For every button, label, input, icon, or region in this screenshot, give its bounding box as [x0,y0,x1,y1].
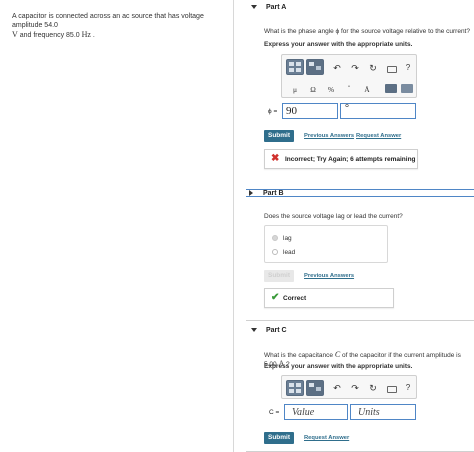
keyboard-icon[interactable] [387,66,397,73]
undo-icon[interactable]: ↶ [331,63,343,74]
part-a-feedback: ✖ Incorrect; Try Again; 6 attempts remai… [264,149,418,169]
delete-key-icon[interactable] [385,84,397,93]
value-placeholder: Value [292,407,315,418]
problem-line-2: V and frequency 85.0 Hz . [12,30,226,40]
units-template-button[interactable] [306,59,324,75]
redo-icon[interactable]: ↷ [349,63,361,74]
keyboard-icon[interactable] [387,386,397,393]
part-a-header[interactable]: Part A [246,1,286,13]
part-a-instruction: Express your answer with the appropriate… [264,41,413,48]
part-c-question-pre: What is the capacitance [264,352,335,359]
math-toolbar-c: ↶ ↷ ↻ ? [281,375,417,399]
part-c-instruction: Express your answer with the appropriate… [264,363,413,370]
expand-triangle-icon [249,190,253,196]
part-a-title: Part A [266,3,287,11]
part-a-previous-answers-link[interactable]: Previous Answers [304,133,354,139]
part-b-previous-answers-link[interactable]: Previous Answers [304,273,354,279]
problem-line-2-end: . [90,32,95,39]
part-b-question: Does the source voltage lag or lead the … [264,213,403,220]
x-icon: ✖ [271,153,280,164]
omega-symbol-button[interactable]: Ω [307,85,319,94]
part-a-question: What is the phase angle ϕ for the source… [264,28,470,35]
reset-icon[interactable]: ↻ [367,63,379,74]
option-lead-label: lead [283,249,296,256]
part-c-title: Part C [266,326,287,334]
collapse-triangle-icon [251,5,257,9]
capacitance-label: C = [269,409,280,416]
part-c-header[interactable]: Part C [246,324,287,336]
undo-icon[interactable]: ↶ [331,383,343,394]
capacitance-value-input[interactable]: Value [284,404,348,420]
part-a-request-answer-link[interactable]: Request Answer [356,133,401,139]
radio-lead[interactable] [272,249,278,255]
phi-value-input[interactable]: 90 [282,103,338,119]
part-c-request-answer-link[interactable]: Request Answer [304,435,349,441]
part-c-submit-button[interactable]: Submit [264,432,294,444]
phi-units-value: ° [345,103,349,114]
part-b-submit-button: Submit [264,270,294,282]
check-icon: ✔ [271,292,280,303]
radio-lag[interactable] [272,235,278,241]
part-c-top-border [246,320,474,321]
angstrom-symbol-button[interactable]: Å [361,85,373,94]
part-b-choices: lag lead [264,225,388,263]
problem-statement: A capacitor is connected across an ac so… [12,12,226,40]
percent-symbol-button[interactable]: % [325,85,337,94]
math-toolbar: ↶ ↷ ↻ ? μ Ω % • Å [281,54,417,98]
help-icon[interactable]: ? [402,63,414,72]
frequency-unit: Hz [81,30,91,39]
dot-symbol-button[interactable]: • [343,85,355,90]
template-button[interactable] [286,59,304,75]
problem-line-1: A capacitor is connected across an ac so… [12,13,204,29]
reset-icon[interactable]: ↻ [367,383,379,394]
part-b-header[interactable]: Part B [244,187,284,199]
keyboard-toggle-icon[interactable] [401,84,413,93]
part-b-feedback: ✔ Correct [264,288,394,308]
part-a: Part A What is the phase angle ϕ for the… [246,0,474,185]
part-a-submit-button[interactable]: Submit [264,130,294,142]
option-lag-label: lag [283,235,292,242]
part-a-feedback-text: Incorrect; Try Again; 6 attempts remaini… [285,156,416,163]
template-button[interactable] [286,380,304,396]
redo-icon[interactable]: ↷ [349,383,361,394]
collapse-triangle-icon [251,328,257,332]
phi-units-input[interactable]: ° [340,103,416,119]
part-b-feedback-text: Correct [283,295,307,302]
units-placeholder: Units [358,407,380,418]
part-c: Part C What is the capacitance C of the … [246,322,474,452]
mu-symbol-button[interactable]: μ [289,85,301,94]
help-icon[interactable]: ? [402,383,414,392]
part-b-title: Part B [263,189,284,197]
capacitance-units-input[interactable]: Units [350,404,416,420]
column-divider [233,0,234,452]
phi-label: ϕ = [268,108,278,115]
units-template-button[interactable] [306,380,324,396]
problem-line-2-mid: and frequency 85.0 [17,32,82,39]
part-b: Part B Does the source voltage lag or le… [246,186,474,316]
phi-value: 90 [286,105,297,117]
